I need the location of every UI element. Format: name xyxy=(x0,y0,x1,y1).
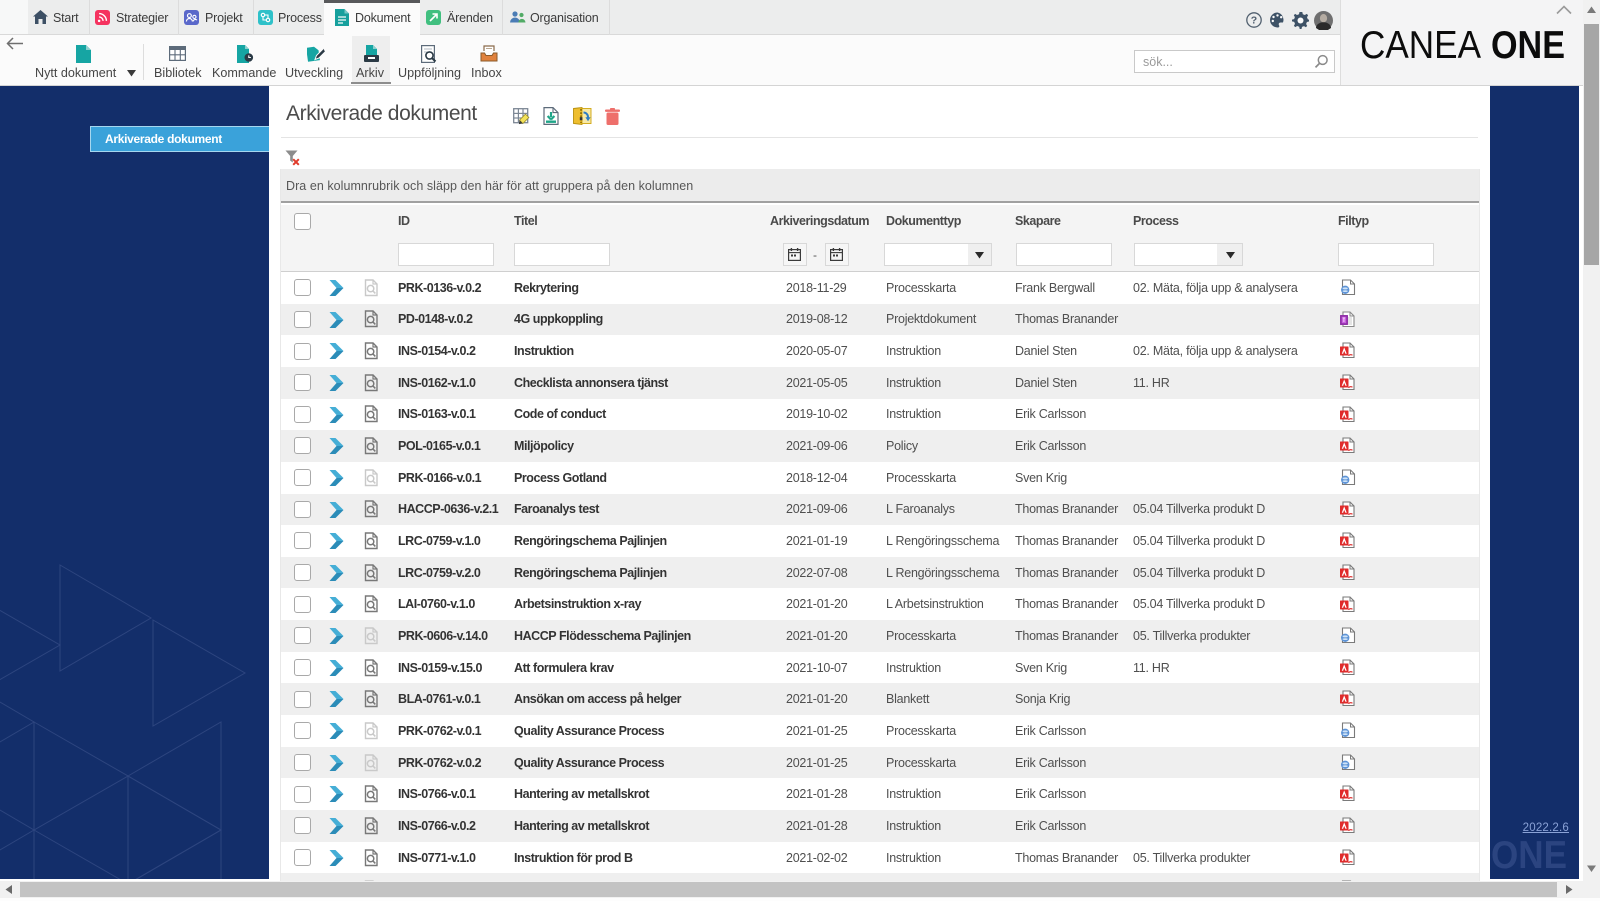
svg-text:CANEA: CANEA xyxy=(1360,24,1481,64)
svg-text:ONE: ONE xyxy=(1491,838,1567,870)
svg-text:?: ? xyxy=(1251,15,1257,27)
svg-text:ONE: ONE xyxy=(1491,24,1565,64)
